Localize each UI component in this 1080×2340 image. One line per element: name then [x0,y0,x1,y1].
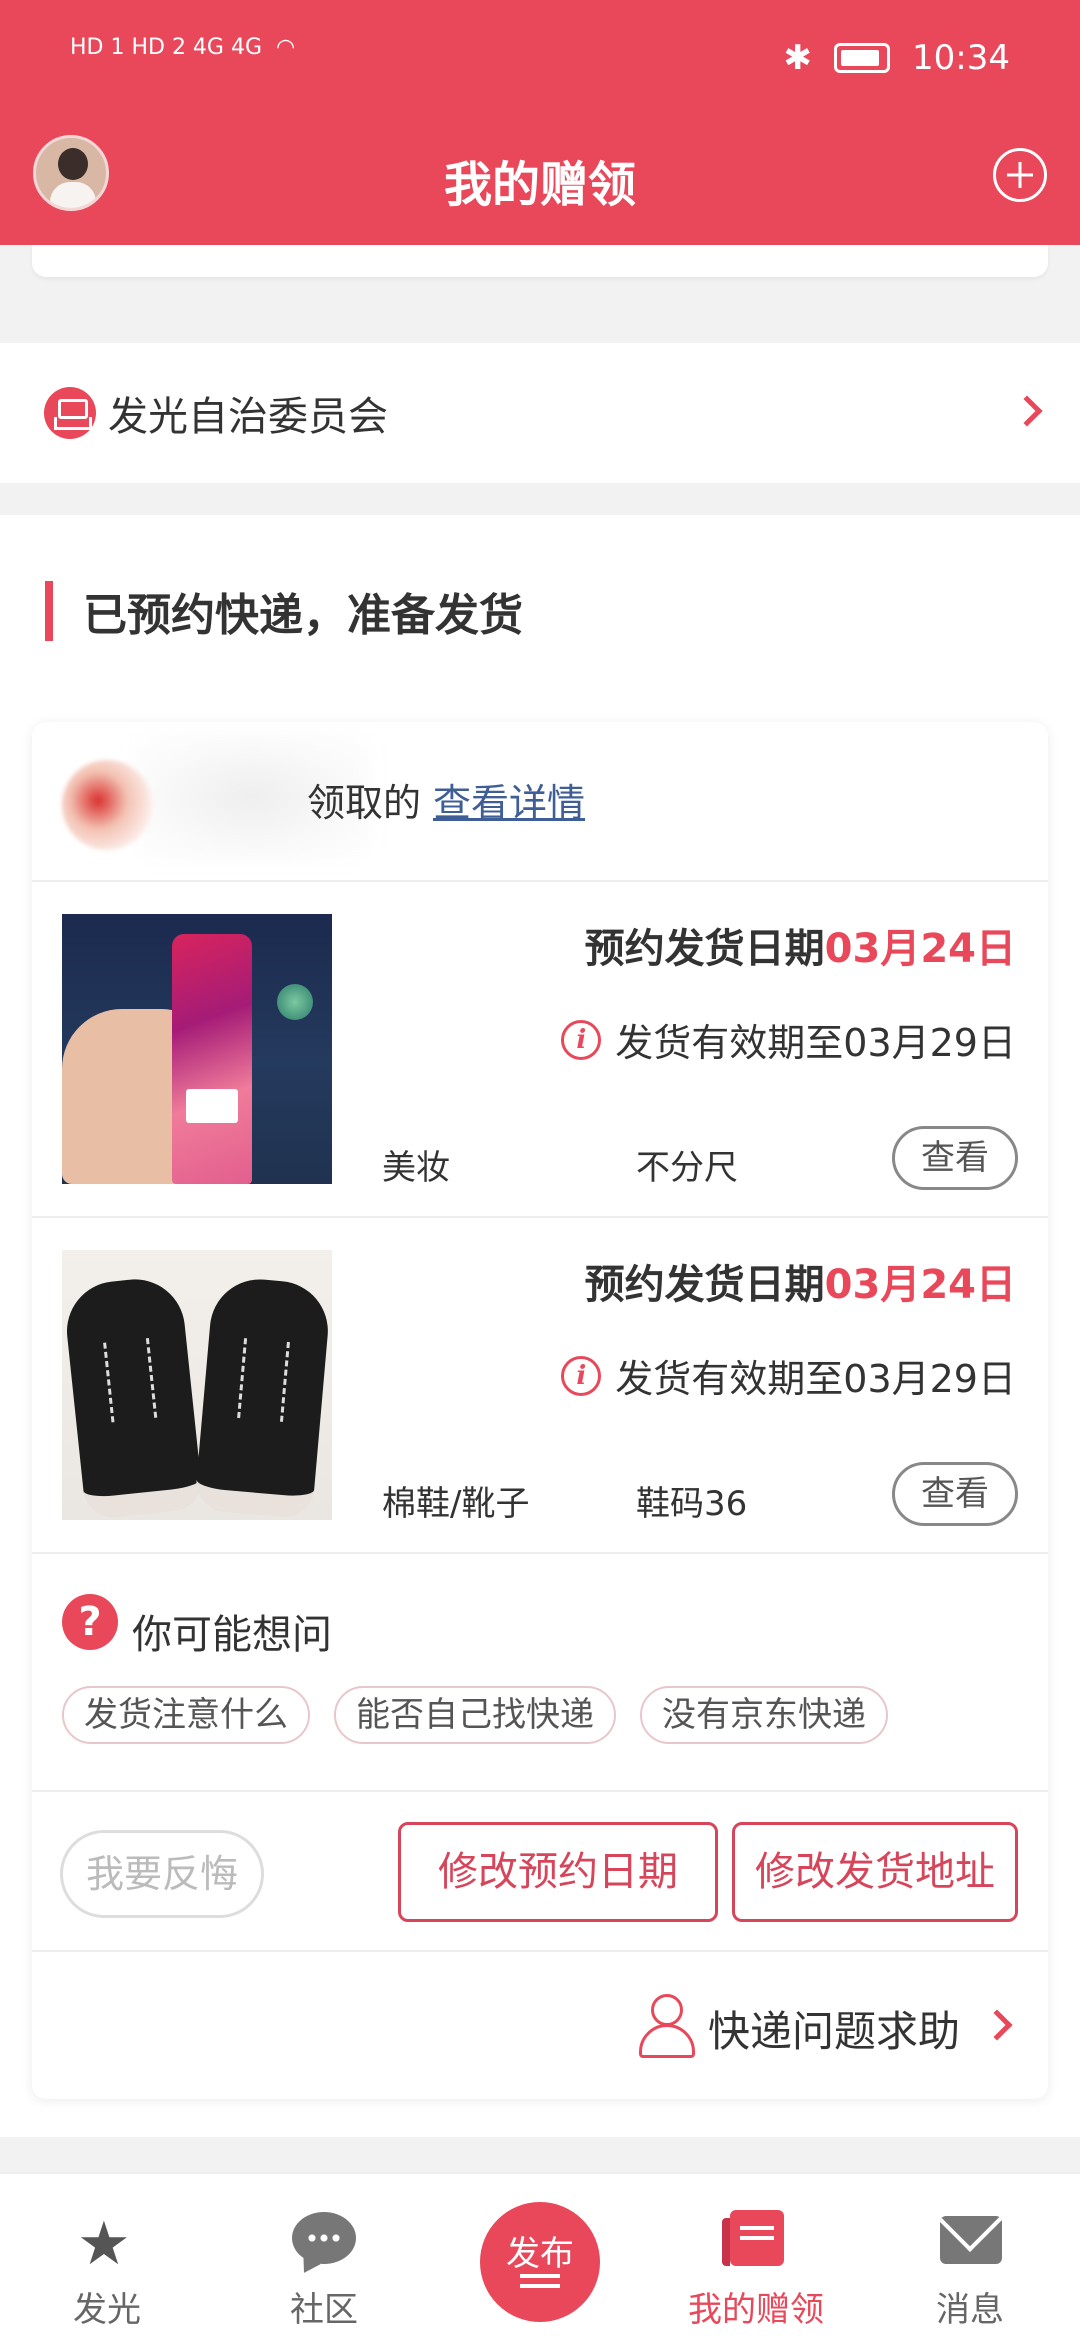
blurred-avatar [62,760,152,850]
person-icon [637,1994,695,2058]
courier-help-row[interactable]: 快递问题求助 [32,1952,1048,2099]
tab-label: 消息 [936,2290,1004,2330]
publish-label: 发布 [506,2234,574,2274]
shipping-section: 已预约快递，准备发货 领取的 查看详情 预约发货日期03月24日 i 发货有效期至… [0,515,1080,2137]
product-image-cosmetic[interactable] [62,914,332,1184]
add-icon[interactable] [993,148,1047,202]
validity-text: 发货有效期至03月29日 [615,1357,1016,1401]
claim-text: 领取的 查看详情 [307,772,585,827]
section-accent-bar [45,581,53,641]
committee-row[interactable]: 发光自治委员会 [0,343,1080,483]
faq-chip[interactable]: 没有京东快递 [640,1686,888,1744]
validity-line: i 发货有效期至03月29日 [561,1348,1016,1403]
validity-text: 发货有效期至03月29日 [615,1021,1016,1065]
list-item: 预约发货日期03月24日 i 发货有效期至03月29日 美妆 不分尺 查看 [32,882,1048,1218]
courier-help-label: 快递问题求助 [708,2007,961,2056]
item-category: 美妆 [382,1148,450,1188]
claim-card: 领取的 查看详情 预约发货日期03月24日 i 发货有效期至03月29日 美妆 不… [32,722,1048,2099]
tab-glow[interactable]: ★ 发光 [7,2174,207,2340]
tab-my-claims[interactable]: 我的赠领 [656,2174,856,2340]
ship-date-line: 预约发货日期03月24日 [585,1252,1016,1310]
page-title: 我的赠领 [443,157,636,213]
image-tube [172,934,252,1184]
chevron-right-icon [981,2009,1013,2041]
faq-chip[interactable]: 发货注意什么 [62,1686,310,1744]
tab-label: 社区 [290,2290,358,2330]
question-icon: ? [62,1594,118,1650]
regret-button[interactable]: 我要反悔 [60,1830,264,1918]
battery-icon [834,43,891,73]
star-icon: ★ [77,2209,131,2279]
product-image-shoes[interactable] [62,1250,332,1520]
app-header: HD 1 HD 2 4G 4G ◠ ✱ 10:34 我的赠领 [0,0,1080,245]
item-size: 鞋码36 [636,1484,748,1524]
info-icon: i [561,1019,602,1060]
section-title: 已预约快递，准备发货 [83,590,523,641]
mail-icon [940,2216,1002,2264]
clock: 10:34 [912,38,1010,78]
network-label: HD 1 HD 2 4G 4G [70,35,263,60]
network-indicators: HD 1 HD 2 4G 4G ◠ [70,35,295,60]
item-size: 不分尺 [636,1148,738,1188]
action-row: 我要反悔 修改预约日期 修改发货地址 [32,1792,1048,1952]
image-planet [277,984,313,1020]
publish-button[interactable]: 发布 [480,2202,600,2322]
validity-line: i 发货有效期至03月29日 [561,1012,1016,1067]
bubble-dots [306,2234,342,2242]
modify-address-button[interactable]: 修改发货地址 [732,1822,1018,1922]
info-icon: i [561,1355,602,1396]
previous-card-stub [32,245,1048,277]
faq-chips: 发货注意什么 能否自己找快递 没有京东快递 [62,1686,888,1744]
status-bar: HD 1 HD 2 4G 4G ◠ ✱ 10:34 [0,0,1080,120]
ship-date-prefix: 预约发货日期 [584,926,825,972]
wifi-icon: ◠ [276,35,296,60]
tab-messages[interactable]: 消息 [870,2174,1070,2340]
image-product-label [186,1089,238,1123]
card-header: 领取的 查看详情 [32,722,1048,882]
modify-date-button[interactable]: 修改预约日期 [398,1822,718,1922]
chat-bubble-icon [292,2212,356,2264]
image-lace [103,1338,158,1423]
ship-date-prefix: 预约发货日期 [584,1262,825,1308]
tab-label: 发光 [73,2290,141,2330]
view-button[interactable]: 查看 [892,1462,1018,1526]
faq-chip[interactable]: 能否自己找快递 [334,1686,616,1744]
ship-date-value: 03月24日 [824,926,1016,972]
section-header: 已预约快递，准备发货 [45,581,523,641]
chevron-right-icon [1011,395,1043,427]
gift-book-icon [722,2210,784,2266]
committee-icon [44,387,96,439]
faq-block: ? 你可能想问 发货注意什么 能否自己找快递 没有京东快递 [32,1554,1048,1792]
view-button[interactable]: 查看 [892,1126,1018,1190]
image-shoe-left [62,1274,204,1520]
ship-date-line: 预约发货日期03月24日 [585,916,1016,974]
status-right: ✱ 10:34 [784,38,1010,78]
list-item: 预约发货日期03月24日 i 发货有效期至03月29日 棉鞋/靴子 鞋码36 查… [32,1218,1048,1554]
faq-title: 你可能想问 [132,1612,332,1658]
ship-date-value: 03月24日 [824,1262,1016,1308]
tab-community[interactable]: 社区 [224,2174,424,2340]
publish-icon [520,2274,560,2278]
committee-label: 发光自治委员会 [108,394,388,440]
image-shoe-right [193,1275,332,1520]
tab-label: 我的赠领 [688,2290,824,2330]
details-link[interactable]: 查看详情 [433,781,585,825]
item-category: 棉鞋/靴子 [382,1484,530,1524]
claim-suffix: 领取的 [307,781,422,825]
bluetooth-icon: ✱ [783,38,813,78]
image-lace [237,1338,290,1422]
